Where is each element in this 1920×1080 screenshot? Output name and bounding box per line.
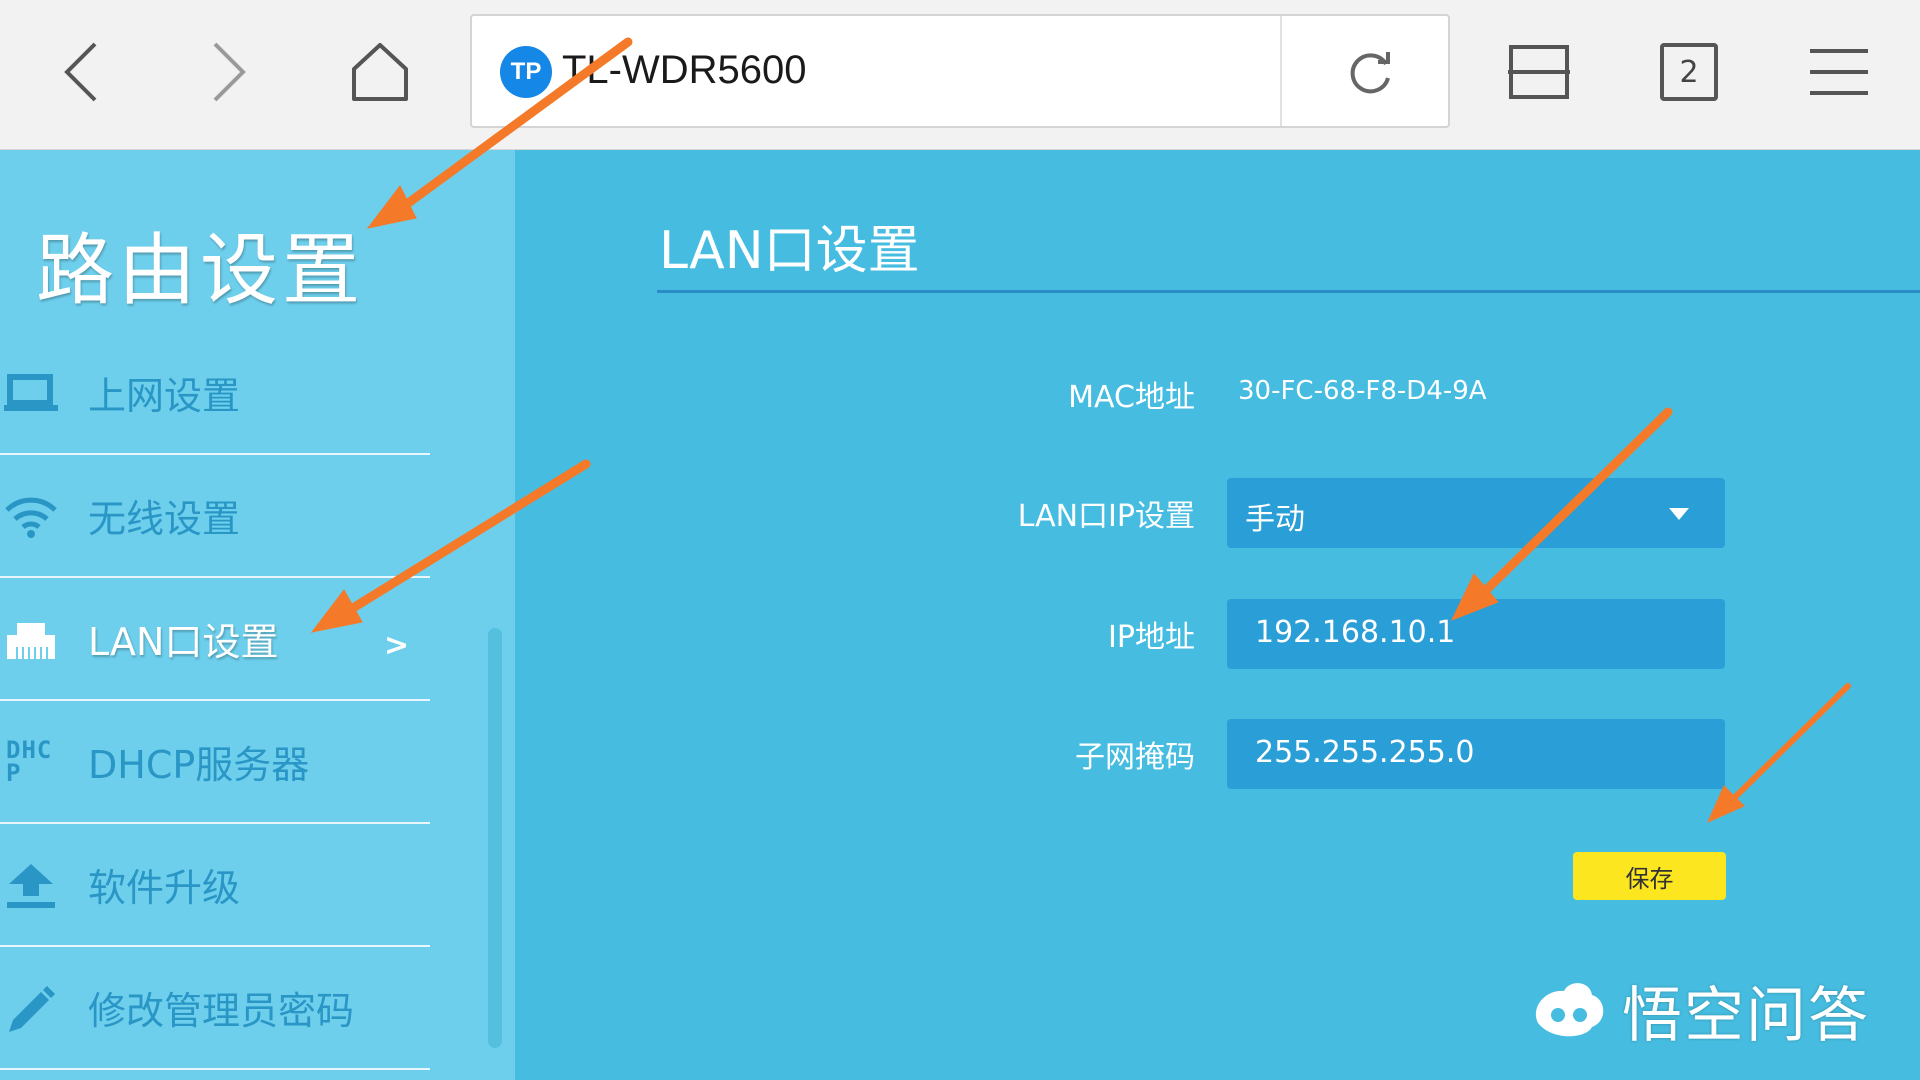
save-button[interactable]: 保存 bbox=[1573, 852, 1726, 900]
url-divider bbox=[1280, 16, 1282, 126]
wifi-icon bbox=[0, 486, 62, 546]
watermark-logo-icon bbox=[1535, 983, 1604, 1037]
sidebar-item-admin-password[interactable]: 修改管理员密码 bbox=[0, 947, 430, 1070]
sidebar-item-label: DHCP服务器 bbox=[88, 743, 310, 787]
sidebar-item-label: 软件升级 bbox=[88, 866, 241, 910]
lan-ip-mode-label: LAN口IP设置 bbox=[1017, 499, 1195, 534]
sidebar-menu: 上网设置 无线设置 LAN口设置 > DHCP DHCP服务器 软件升级 修改管… bbox=[0, 332, 430, 1070]
page-title: LAN口设置 bbox=[659, 221, 920, 281]
sidebar-item-internet[interactable]: 上网设置 bbox=[0, 332, 430, 455]
dhcp-icon-text: DHCP bbox=[6, 735, 53, 787]
mac-value: 30-FC-68-F8-D4-9A bbox=[1238, 376, 1487, 406]
reload-icon[interactable] bbox=[1342, 46, 1398, 102]
caret-down-icon bbox=[1669, 508, 1689, 520]
sidebar-item-upgrade[interactable]: 软件升级 bbox=[0, 824, 430, 947]
sidebar-item-dhcp[interactable]: DHCP DHCP服务器 bbox=[0, 701, 430, 824]
upload-icon bbox=[0, 855, 62, 915]
subnet-mask-value: 255.255.255.0 bbox=[1255, 735, 1475, 770]
watermark-text: 悟空问答 bbox=[1622, 980, 1870, 1051]
home-icon[interactable] bbox=[335, 32, 425, 112]
sidebar-item-label: 修改管理员密码 bbox=[88, 989, 355, 1033]
pencil-icon bbox=[0, 978, 62, 1038]
watermark: 悟空问答 bbox=[1528, 970, 1870, 1051]
sidebar-scrollbar[interactable] bbox=[488, 628, 502, 1048]
site-logo: TP bbox=[500, 46, 552, 98]
tab-count: 2 bbox=[1660, 43, 1718, 101]
reader-mode-icon[interactable] bbox=[1494, 32, 1584, 112]
sidebar-item-label: 上网设置 bbox=[88, 374, 241, 418]
tabs-icon[interactable]: 2 bbox=[1644, 32, 1734, 112]
menu-icon[interactable] bbox=[1794, 32, 1884, 112]
address-bar[interactable]: TP TL-WDR5600 bbox=[470, 14, 1450, 128]
forward-icon[interactable] bbox=[184, 32, 274, 112]
ip-address-value: 192.168.10.1 bbox=[1255, 615, 1456, 650]
dhcp-icon: DHCP bbox=[0, 732, 62, 792]
ip-address-field[interactable]: 192.168.10.1 bbox=[1227, 599, 1725, 669]
sidebar-title: 路由设置 bbox=[36, 226, 365, 316]
ip-label: IP地址 bbox=[1108, 620, 1195, 655]
mac-label: MAC地址 bbox=[1068, 380, 1195, 415]
subnet-mask-field[interactable]: 255.255.255.0 bbox=[1227, 719, 1725, 789]
back-icon[interactable] bbox=[36, 32, 126, 112]
lan-ip-mode-value: 手动 bbox=[1245, 502, 1305, 537]
laptop-icon bbox=[0, 363, 62, 423]
main-panel: LAN口设置 MAC地址 30-FC-68-F8-D4-9A LAN口IP设置 … bbox=[515, 150, 1920, 1080]
subnet-label: 子网掩码 bbox=[1075, 740, 1195, 775]
title-divider bbox=[657, 290, 1920, 293]
chevron-right-icon: > bbox=[384, 628, 410, 663]
sidebar-item-lan[interactable]: LAN口设置 > bbox=[0, 578, 430, 701]
sidebar-item-wireless[interactable]: 无线设置 bbox=[0, 455, 430, 578]
lan-ip-mode-select[interactable]: 手动 bbox=[1227, 478, 1725, 548]
sidebar-item-label: 无线设置 bbox=[88, 497, 241, 541]
lan-port-icon bbox=[0, 609, 62, 669]
sidebar: 路由设置 上网设置 无线设置 LAN口设置 > DHCP DHCP服务器 软件升… bbox=[0, 150, 515, 1080]
sidebar-item-label: LAN口设置 bbox=[88, 620, 279, 664]
url-title: TL-WDR5600 bbox=[562, 48, 807, 92]
browser-toolbar: TP TL-WDR5600 2 bbox=[0, 0, 1920, 150]
